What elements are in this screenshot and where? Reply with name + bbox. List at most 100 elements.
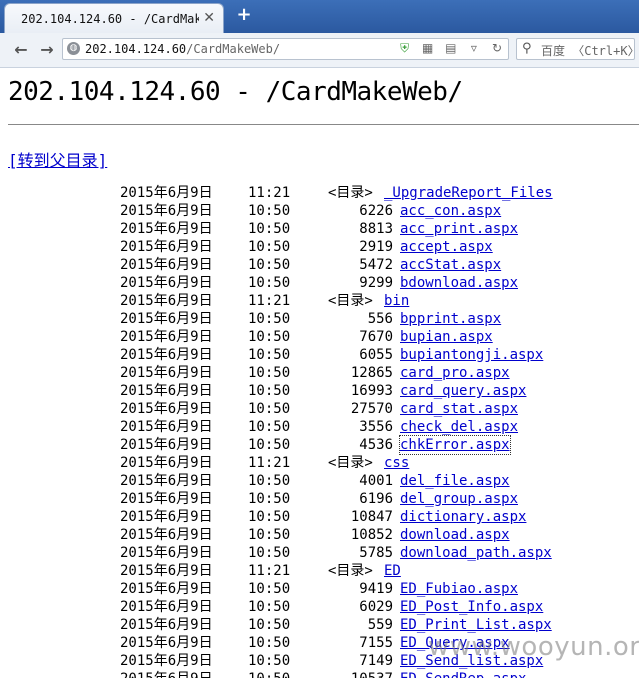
entry-link[interactable]: _UpgradeReport_Files <box>384 184 553 202</box>
back-button[interactable]: ← <box>10 39 32 61</box>
shield-icon[interactable]: ⛨ <box>398 41 412 55</box>
entry-link[interactable]: dictionary.aspx <box>400 508 526 526</box>
entry-link[interactable]: download_path.aspx <box>400 544 552 562</box>
entry-size: 5785 <box>359 545 393 561</box>
entry-date: 2015年6月9日 <box>120 239 213 255</box>
entry-date: 2015年6月9日 <box>120 221 213 237</box>
entry-link[interactable]: del_group.aspx <box>400 490 518 508</box>
entry-link[interactable]: bupian.aspx <box>400 328 493 346</box>
entry-date: 2015年6月9日 <box>120 545 213 561</box>
entry-date: 2015年6月9日 <box>120 599 213 615</box>
new-tab-button[interactable]: + <box>234 5 254 25</box>
entry-link[interactable]: bin <box>384 292 409 310</box>
chevron-down-icon[interactable]: ▿ <box>467 41 481 55</box>
list-item: 2015年6月9日 10:50 5472 accStat.aspx <box>0 256 639 274</box>
entry-size: 10852 <box>350 527 393 543</box>
close-icon[interactable]: ✕ <box>203 10 215 26</box>
entry-link[interactable]: ED_SendRep.aspx <box>400 670 526 678</box>
entry-time: 10:50 <box>248 347 291 363</box>
entry-size: 6226 <box>359 203 393 219</box>
entry-size: 4001 <box>359 473 393 489</box>
entry-link[interactable]: css <box>384 454 409 472</box>
entry-link[interactable]: acc_con.aspx <box>400 202 501 220</box>
entry-time: 10:50 <box>248 239 291 255</box>
search-input[interactable]: ⚲ 百度 〈Ctrl+K〉 <box>516 38 639 60</box>
entry-time: 10:50 <box>248 257 291 273</box>
list-item: 2015年6月9日 10:50 556 bpprint.aspx <box>0 310 639 328</box>
entry-date: 2015年6月9日 <box>120 509 213 525</box>
entry-date: 2015年6月9日 <box>120 311 213 327</box>
entry-date: 2015年6月9日 <box>120 437 213 453</box>
entry-size: 556 <box>367 311 393 327</box>
list-item: 2015年6月9日 10:50 3556 check_del.aspx <box>0 418 639 436</box>
entry-link[interactable]: accept.aspx <box>400 238 493 256</box>
entry-size: 6055 <box>359 347 393 363</box>
entry-time: 10:50 <box>248 599 291 615</box>
entry-size: 12865 <box>350 365 393 381</box>
entry-size: 7670 <box>359 329 393 345</box>
browser-toolbar: ← → ◍ 202.104.124.60/CardMakeWeb/ ⛨ ▦ ▤ … <box>0 33 639 68</box>
entry-link[interactable]: bupiantongji.aspx <box>400 346 543 364</box>
entry-date: 2015年6月9日 <box>120 329 213 345</box>
entry-size: 16993 <box>350 383 393 399</box>
entry-link[interactable]: ED_Post_Info.aspx <box>400 598 543 616</box>
entry-size: 9299 <box>359 275 393 291</box>
entry-link[interactable]: card_query.aspx <box>400 382 526 400</box>
entry-link[interactable]: check_del.aspx <box>400 418 518 436</box>
list-item: 2015年6月9日 10:50 12865 card_pro.aspx <box>0 364 639 382</box>
entry-time: 10:50 <box>248 311 291 327</box>
entry-date: 2015年6月9日 <box>120 275 213 291</box>
entry-date: 2015年6月9日 <box>120 455 213 471</box>
entry-link[interactable]: download.aspx <box>400 526 510 544</box>
browser-tab[interactable]: 202.104.124.60 - /CardMakeW… ✕ <box>4 3 224 33</box>
entry-time: 10:50 <box>248 365 291 381</box>
entry-size: 7155 <box>359 635 393 651</box>
entry-size: 5472 <box>359 257 393 273</box>
entry-time: 11:21 <box>248 293 291 309</box>
qr-code-icon[interactable]: ▦ <box>421 41 435 55</box>
entry-time: 10:50 <box>248 653 291 669</box>
entry-link[interactable]: bpprint.aspx <box>400 310 501 328</box>
entry-time: 10:50 <box>248 670 290 678</box>
list-item: 2015年6月9日 10:50 4001 del_file.aspx <box>0 472 639 490</box>
parent-directory-link[interactable]: [转到父目录] <box>8 147 107 171</box>
entry-time: 10:50 <box>248 329 291 345</box>
directory-marker: <目录> <box>328 455 373 471</box>
list-item: 2015年6月9日 10:50 10852 download.aspx <box>0 526 639 544</box>
entry-link[interactable]: ED_Fubiao.aspx <box>400 580 518 598</box>
page-title: 202.104.124.60 - /CardMakeWeb/ <box>8 77 463 107</box>
list-item: 2015年6月9日 11:21 <目录> css <box>0 454 639 472</box>
entry-link[interactable]: ED <box>384 562 401 580</box>
entry-link[interactable]: acc_print.aspx <box>400 220 518 238</box>
divider <box>8 124 639 125</box>
entry-link[interactable]: bdownload.aspx <box>400 274 518 292</box>
entry-time: 11:21 <box>248 185 291 201</box>
entry-date: 2015年6月9日 <box>120 653 213 669</box>
address-bar[interactable]: ◍ 202.104.124.60/CardMakeWeb/ ⛨ ▦ ▤ ▿ ↻ <box>62 38 509 60</box>
list-item: 2015年6月9日 10:50 9419 ED_Fubiao.aspx <box>0 580 639 598</box>
directory-marker: <目录> <box>328 563 373 579</box>
url-host: 202.104.124.60 <box>85 42 187 56</box>
list-item: 2015年6月9日 10:50 6055 bupiantongji.aspx <box>0 346 639 364</box>
reader-mode-icon[interactable]: ▤ <box>444 41 458 55</box>
entry-link[interactable]: card_stat.aspx <box>400 400 518 418</box>
refresh-icon[interactable]: ↻ <box>490 41 504 55</box>
list-item: 2015年6月9日 11:21 <目录> bin <box>0 292 639 310</box>
entry-link[interactable]: del_file.aspx <box>400 472 510 490</box>
entry-date: 2015年6月9日 <box>120 491 213 507</box>
entry-link[interactable]: card_pro.aspx <box>400 364 510 382</box>
entry-time: 10:50 <box>248 617 291 633</box>
entry-link[interactable]: accStat.aspx <box>400 256 501 274</box>
entry-date: 2015年6月9日 <box>120 257 213 273</box>
entry-link[interactable]: chkError.aspx <box>399 435 511 455</box>
forward-button[interactable]: → <box>36 39 58 61</box>
tab-title: 202.104.124.60 - /CardMakeW… <box>21 12 199 26</box>
entry-date: 2015年6月9日 <box>120 203 213 219</box>
entry-size: 6029 <box>359 599 393 615</box>
entry-date: 2015年6月9日 <box>120 527 213 543</box>
entry-time: 10:50 <box>248 419 291 435</box>
search-placeholder: 百度 〈Ctrl+K〉 <box>541 44 639 58</box>
url-text[interactable]: 202.104.124.60/CardMakeWeb/ <box>85 42 280 56</box>
list-item: 2015年6月9日 10:50 16993 card_query.aspx <box>0 382 639 400</box>
list-item: 2015年6月9日 10:50 10847 dictionary.aspx <box>0 508 639 526</box>
